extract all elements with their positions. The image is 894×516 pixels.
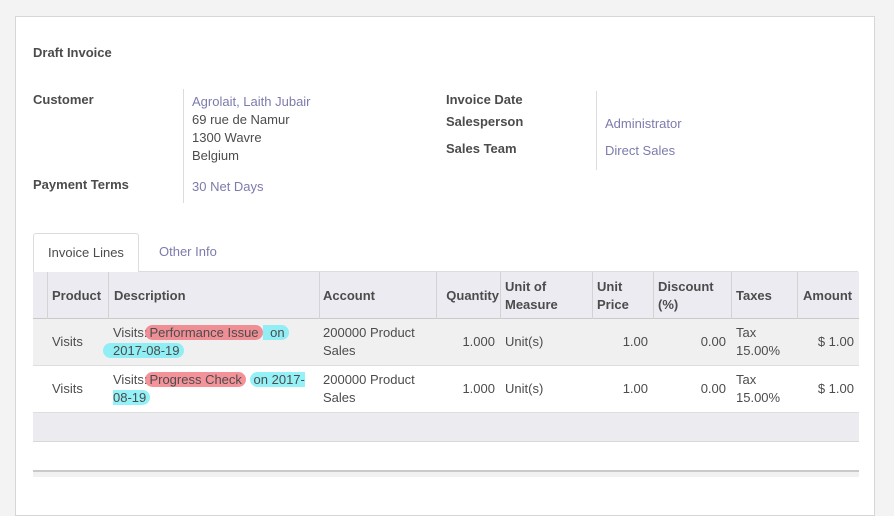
highlight-red: Performance Issue (145, 325, 263, 340)
tab-other-info[interactable]: Other Info (159, 233, 217, 271)
cell-description: Visits: Progress Check on 2017-08-19 (113, 366, 313, 417)
col-account[interactable]: Account (323, 272, 433, 319)
col-discount[interactable]: Discount (%) (658, 272, 730, 319)
invoice-sheet: Draft Invoice Customer Agrolait, Laith J… (15, 16, 875, 516)
highlight-cyan: 2017-08-19 (103, 343, 184, 358)
table-row[interactable]: Visits Visits: Performance Issue on 2017-… (33, 319, 859, 366)
table-header: Product Description Account Quantity Uni… (33, 272, 859, 319)
payment-terms-label: Payment Terms (33, 177, 129, 192)
customer-label: Customer (33, 92, 94, 107)
cell-account: 200000 Product Sales (323, 372, 415, 405)
salesperson-link[interactable]: Administrator (605, 116, 682, 131)
cell-taxes: Tax 15.00% (736, 325, 781, 358)
cell-account: 200000 Product Sales (323, 325, 415, 358)
cell-unit-price: 1.00 (622, 381, 648, 396)
cell-taxes: Tax 15.00% (736, 372, 781, 405)
col-uom[interactable]: Unit of Measure (505, 272, 585, 319)
col-unit-price[interactable]: Unit Price (597, 272, 645, 319)
customer-address-line3: Belgium (192, 148, 239, 163)
col-product[interactable]: Product (52, 272, 108, 319)
sales-team-link[interactable]: Direct Sales (605, 143, 675, 158)
cell-discount: 0.00 (700, 334, 726, 349)
sales-team-label: Sales Team (446, 141, 517, 156)
customer-address-line1: 69 rue de Namur (192, 112, 290, 127)
table-row[interactable]: Visits Visits: Progress Check on 2017-08-… (33, 366, 859, 413)
col-quantity[interactable]: Quantity (439, 272, 499, 319)
cell-description: Visits: Performance Issue on 2017-08-19 (103, 319, 313, 370)
invoice-date-label: Invoice Date (446, 92, 523, 107)
customer-address-line2: 1300 Wavre (192, 130, 262, 145)
col-amount[interactable]: Amount (803, 272, 859, 319)
customer-link[interactable]: Agrolait, Laith Jubair (192, 94, 311, 109)
page-title: Draft Invoice (33, 45, 112, 60)
cell-unit-price: 1.00 (622, 334, 648, 349)
field-divider (596, 91, 597, 170)
cell-quantity: 1.000 (462, 334, 495, 349)
tab-invoice-lines[interactable]: Invoice Lines (33, 233, 139, 272)
cell-quantity: 1.000 (462, 381, 495, 396)
table-footer (33, 470, 859, 477)
description-prefix: Visits: (113, 372, 148, 387)
cell-product: Visits (52, 381, 83, 396)
add-line-row[interactable] (33, 413, 859, 442)
cell-uom: Unit(s) (505, 381, 544, 396)
col-taxes[interactable]: Taxes (736, 272, 796, 319)
col-description[interactable]: Description (114, 272, 314, 319)
cell-product: Visits (52, 334, 83, 349)
field-divider (183, 89, 184, 203)
cell-discount: 0.00 (700, 381, 726, 396)
cell-amount: $ 1.00 (817, 381, 854, 396)
salesperson-label: Salesperson (446, 114, 524, 129)
highlight-cyan-part: on (262, 325, 289, 340)
highlight-red: Progress Check (145, 372, 246, 387)
payment-terms-link[interactable]: 30 Net Days (192, 179, 264, 194)
cell-amount: $ 1.00 (817, 334, 854, 349)
cell-uom: Unit(s) (505, 334, 544, 349)
description-prefix: Visits: (113, 325, 148, 340)
